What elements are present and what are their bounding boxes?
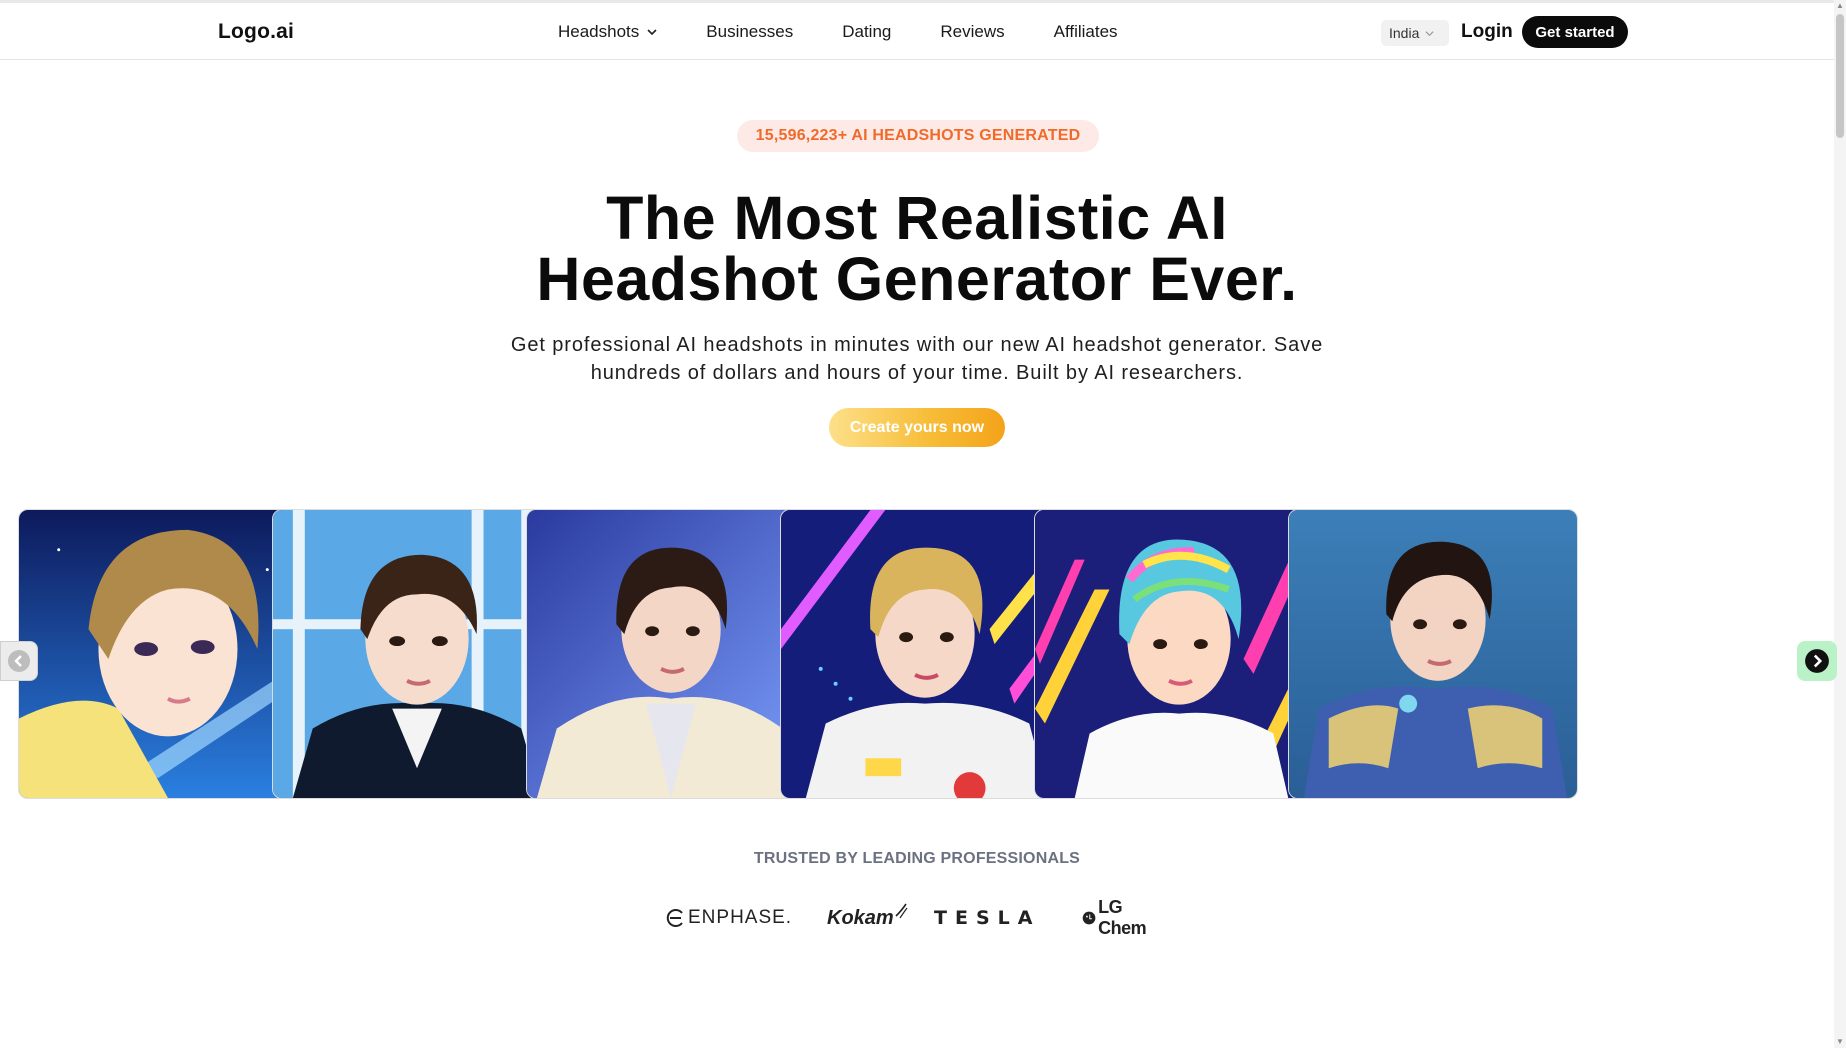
menu-item-affiliates[interactable]: Affiliates (1054, 22, 1118, 42)
main-menu: Headshots Businesses Dating Reviews Affi… (558, 22, 1118, 42)
tesla-logo: TESLA (934, 907, 1041, 929)
gallery-image[interactable] (18, 509, 308, 799)
description-line-2: hundreds of dollars and hours of your ti… (590, 362, 1244, 384)
kokam-logo: Kokam (827, 898, 908, 938)
gallery-image[interactable] (1034, 509, 1324, 799)
menu-item-businesses[interactable]: Businesses (706, 22, 793, 42)
gallery-next-button[interactable] (1797, 641, 1837, 681)
chevron-left-icon (8, 650, 30, 672)
chevron-right-icon (1805, 649, 1829, 673)
menu-item-reviews[interactable]: Reviews (940, 22, 1004, 42)
site-logo[interactable]: Logo.ai (218, 20, 294, 44)
gallery-image[interactable] (526, 509, 816, 799)
hero-description: Get professional AI headshots in minutes… (460, 331, 1374, 387)
scroll-up-icon[interactable]: ▲ (1836, 2, 1844, 10)
trusted-heading: TRUSTED BY LEADING PROFESSIONALS (753, 850, 1081, 867)
title-line-1: The Most Realistic AI (606, 184, 1228, 252)
country-label: India (1389, 25, 1420, 41)
gallery-image[interactable] (1288, 509, 1578, 799)
chevron-down-icon (647, 29, 657, 36)
create-yours-button[interactable]: Create yours now (829, 408, 1005, 447)
top-navbar: Logo.ai Headshots Businesses Dating Revi… (0, 3, 1834, 60)
country-selector[interactable]: India (1381, 20, 1449, 46)
menu-item-dating[interactable]: Dating (842, 22, 891, 42)
cream-jacket-portrait-image (527, 510, 815, 798)
gallery-image[interactable] (272, 509, 562, 799)
login-link[interactable]: Login (1461, 21, 1513, 43)
lg-mark-icon (1082, 911, 1096, 925)
chevron-down-icon (1425, 30, 1434, 36)
enphase-logo: ENPHASE. (666, 898, 792, 938)
gallery-image[interactable] (780, 509, 1070, 799)
lg-chem-logo: LG Chem (1082, 897, 1152, 938)
page-scrollbar[interactable]: ▲ ▼ (1834, 0, 1846, 1048)
armor-portrait-image (1289, 510, 1577, 798)
description-line-1: Get professional AI headshots in minutes… (510, 334, 1324, 356)
scrollbar-thumb[interactable] (1836, 14, 1844, 138)
headshots-count-badge: 15,596,223+ AI HEADSHOTS GENERATED (737, 120, 1099, 152)
anime-portrait-image (19, 510, 307, 798)
gallery-prev-button[interactable] (0, 641, 38, 681)
kokam-mark-icon (895, 903, 908, 919)
get-started-button[interactable]: Get started (1522, 16, 1628, 48)
racing-jacket-portrait-image (781, 510, 1069, 798)
menu-item-label: Headshots (558, 22, 640, 41)
headshot-gallery (18, 509, 1810, 801)
menu-item-headshots[interactable]: Headshots (558, 22, 657, 42)
title-line-2: Headshot Generator Ever. (536, 245, 1298, 313)
scroll-down-icon[interactable]: ▼ (1836, 1038, 1844, 1046)
rainbow-hair-portrait-image (1035, 510, 1323, 798)
enphase-mark-icon (666, 909, 683, 927)
page-title: The Most Realistic AI Headshot Generator… (380, 188, 1454, 310)
suit-portrait-image (273, 510, 561, 798)
